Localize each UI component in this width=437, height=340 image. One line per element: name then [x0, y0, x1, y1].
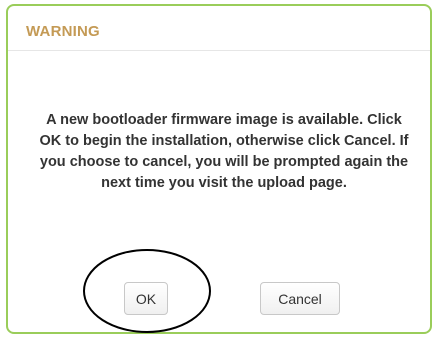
dialog-message: A new bootloader firmware image is avail…: [39, 112, 409, 191]
screen: WARNING A new bootloader firmware image …: [0, 0, 437, 340]
cancel-button[interactable]: Cancel: [260, 282, 340, 315]
dialog-header: WARNING: [8, 6, 430, 51]
ok-button[interactable]: OK: [124, 282, 168, 315]
warning-dialog: WARNING A new bootloader firmware image …: [6, 4, 432, 334]
dialog-title: WARNING: [26, 23, 100, 40]
